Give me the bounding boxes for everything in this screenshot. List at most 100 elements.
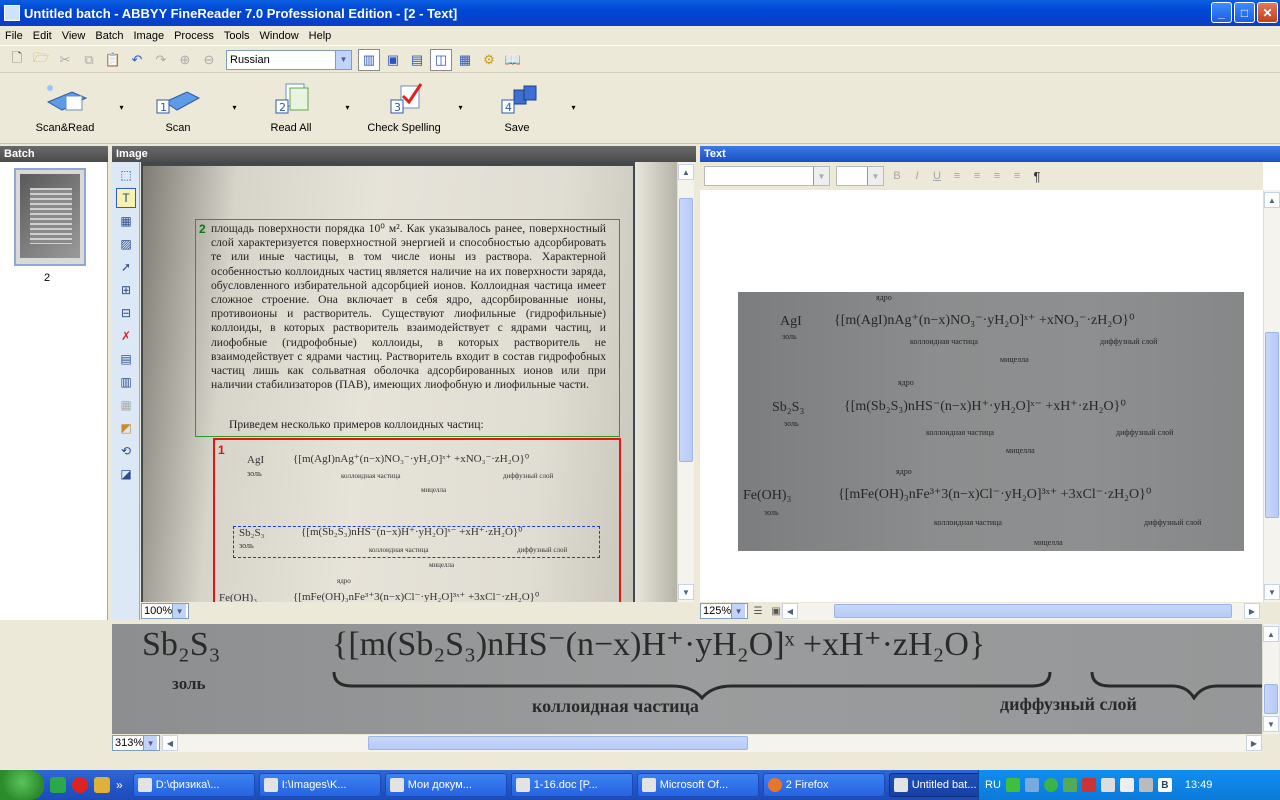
- scroll-down-icon[interactable]: ▼: [678, 584, 694, 600]
- copy-icon[interactable]: ⧉: [78, 49, 100, 71]
- save-dropdown-icon[interactable]: ▾: [562, 74, 585, 140]
- font-size-select[interactable]: ▼: [836, 166, 884, 186]
- layout-text-icon[interactable]: ▤: [406, 49, 428, 71]
- align-center-icon[interactable]: ≡: [970, 169, 984, 183]
- display-icon[interactable]: [1138, 778, 1153, 792]
- order-areas-icon[interactable]: ▤: [116, 349, 136, 369]
- cut-icon[interactable]: ✂: [54, 49, 76, 71]
- volume-icon[interactable]: [1119, 778, 1134, 792]
- task-ms-office[interactable]: Microsoft Of...: [636, 773, 759, 797]
- task-folder-images[interactable]: I:\Images\K...: [258, 773, 381, 797]
- merge-areas-icon[interactable]: ▥: [116, 372, 136, 392]
- task-my-documents[interactable]: Мои докум...: [384, 773, 507, 797]
- analyze-layout-icon[interactable]: ▦: [116, 395, 136, 415]
- layout-image-text-icon[interactable]: ▥: [358, 48, 380, 71]
- text-view-mode-icon[interactable]: ☰: [750, 603, 766, 619]
- picture-area-icon[interactable]: ▨: [116, 234, 136, 254]
- close-button[interactable]: ✕: [1257, 2, 1278, 23]
- save-button[interactable]: 4 Save: [472, 74, 562, 140]
- minimize-button[interactable]: _: [1211, 2, 1232, 23]
- scroll-right-icon[interactable]: ▶: [1246, 735, 1262, 751]
- check-spelling-button[interactable]: 3 Check Spelling: [359, 74, 449, 140]
- scroll-up-icon[interactable]: ▲: [678, 164, 694, 180]
- select-area-icon[interactable]: ⬚: [116, 165, 136, 185]
- start-button[interactable]: [0, 770, 44, 800]
- keyboard-layout-icon[interactable]: B: [1157, 778, 1172, 792]
- scroll-down-icon[interactable]: ▼: [1263, 716, 1279, 732]
- mute-icon[interactable]: [1100, 778, 1115, 792]
- chevron-down-icon[interactable]: ▼: [172, 604, 187, 618]
- image-zoom-select[interactable]: 100% ▼: [141, 603, 189, 619]
- zoom-in-icon[interactable]: ⊕: [174, 49, 196, 71]
- table-area-icon[interactable]: ▦: [116, 211, 136, 231]
- image-vertical-scrollbar[interactable]: ▲ ▼: [677, 162, 694, 602]
- chevron-down-icon[interactable]: ▼: [813, 167, 829, 185]
- redo-icon[interactable]: ↷: [150, 49, 172, 71]
- undo-icon[interactable]: ↶: [126, 49, 148, 71]
- zoom-view[interactable]: Sb₂S₃ золь {[m(Sb₂S₃)nHS⁻(n−x)H⁺·yH₂O]ˣ …: [112, 624, 1262, 734]
- menu-batch[interactable]: Batch: [90, 30, 128, 42]
- task-folder-physics[interactable]: D:\физика\...: [132, 773, 255, 797]
- scan-read-dropdown-icon[interactable]: ▾: [110, 74, 133, 140]
- bold-icon[interactable]: B: [890, 169, 904, 183]
- cut-area-icon[interactable]: ⊟: [116, 303, 136, 323]
- scroll-up-icon[interactable]: ▲: [1264, 192, 1280, 208]
- text-area-icon[interactable]: T: [116, 188, 136, 208]
- info-icon[interactable]: [1043, 778, 1058, 792]
- scan-read-button[interactable]: Scan&Read: [20, 74, 110, 140]
- style-select[interactable]: ▼: [704, 166, 830, 186]
- text-vertical-scrollbar[interactable]: ▲ ▼: [1263, 190, 1280, 602]
- image-view[interactable]: 2 площадь поверхности порядка 10⁰ м². Ка…: [141, 162, 677, 602]
- task-word-doc[interactable]: 1-16.doc [P...: [510, 773, 633, 797]
- align-right-icon[interactable]: ≡: [990, 169, 1004, 183]
- chevron-down-icon[interactable]: ▼: [867, 167, 883, 185]
- text-hscroll-thumb[interactable]: [834, 604, 1232, 618]
- menu-edit[interactable]: Edit: [28, 30, 57, 42]
- network-icon[interactable]: [1005, 778, 1020, 792]
- app-shortcut-icon[interactable]: [94, 777, 110, 793]
- read-all-dropdown-icon[interactable]: ▾: [336, 74, 359, 140]
- scroll-down-icon[interactable]: ▼: [1264, 584, 1280, 600]
- text-zoom-select[interactable]: 125% ▼: [700, 603, 748, 619]
- scan-dropdown-icon[interactable]: ▾: [223, 74, 246, 140]
- zoom-out-icon[interactable]: ⊖: [198, 49, 220, 71]
- scroll-right-icon[interactable]: ▶: [1244, 603, 1260, 619]
- scan-button[interactable]: 1 Scan: [133, 74, 223, 140]
- scroll-left-icon[interactable]: ◀: [162, 735, 178, 751]
- paste-icon[interactable]: 📋: [102, 49, 124, 71]
- chevron-down-icon[interactable]: ▼: [731, 604, 746, 618]
- text-horizontal-scrollbar[interactable]: ◀ ▶: [782, 603, 1260, 620]
- text-scroll-thumb[interactable]: [1265, 332, 1279, 518]
- pointer-icon[interactable]: ➚: [116, 257, 136, 277]
- zoom-hscroll-thumb[interactable]: [368, 736, 748, 750]
- task-firefox[interactable]: 2 Firefox: [762, 773, 885, 797]
- add-area-icon[interactable]: ⊞: [116, 280, 136, 300]
- open-folder-icon[interactable]: 🗁: [30, 49, 52, 71]
- zoom-scroll-thumb[interactable]: [1264, 684, 1278, 714]
- scroll-left-icon[interactable]: ◀: [782, 603, 798, 619]
- menu-process[interactable]: Process: [169, 30, 219, 42]
- zoom-vertical-scrollbar[interactable]: ▲ ▼: [1262, 624, 1279, 734]
- book-icon[interactable]: 📖: [502, 49, 524, 71]
- page-thumbnail[interactable]: [14, 168, 86, 266]
- opera-icon[interactable]: [72, 777, 88, 793]
- pilcrow-icon[interactable]: ¶: [1030, 169, 1044, 184]
- menu-image[interactable]: Image: [129, 30, 170, 42]
- table-icon[interactable]: ▦: [454, 49, 476, 71]
- scroll-up-icon[interactable]: ▲: [1263, 626, 1279, 642]
- check-spelling-dropdown-icon[interactable]: ▾: [449, 74, 472, 140]
- layout-image-icon[interactable]: ▣: [382, 49, 404, 71]
- invert-icon[interactable]: ◪: [116, 464, 136, 484]
- browser-icon[interactable]: [50, 777, 66, 793]
- read-all-button[interactable]: 2 Read All: [246, 74, 336, 140]
- menu-help[interactable]: Help: [304, 30, 337, 42]
- menu-tools[interactable]: Tools: [219, 30, 255, 42]
- signal-icon[interactable]: [1024, 778, 1039, 792]
- sync-icon[interactable]: [1062, 778, 1077, 792]
- recognized-picture[interactable]: AgI золь ядро {[m(AgI)nAg⁺(n−x)NO₃⁻·yH₂O…: [738, 292, 1244, 551]
- two-pages-icon[interactable]: ◫: [430, 48, 452, 71]
- chevron-down-icon[interactable]: ▼: [335, 50, 351, 69]
- eraser-icon[interactable]: ◩: [116, 418, 136, 438]
- underline-icon[interactable]: U: [930, 169, 944, 183]
- align-left-icon[interactable]: ≡: [950, 169, 964, 183]
